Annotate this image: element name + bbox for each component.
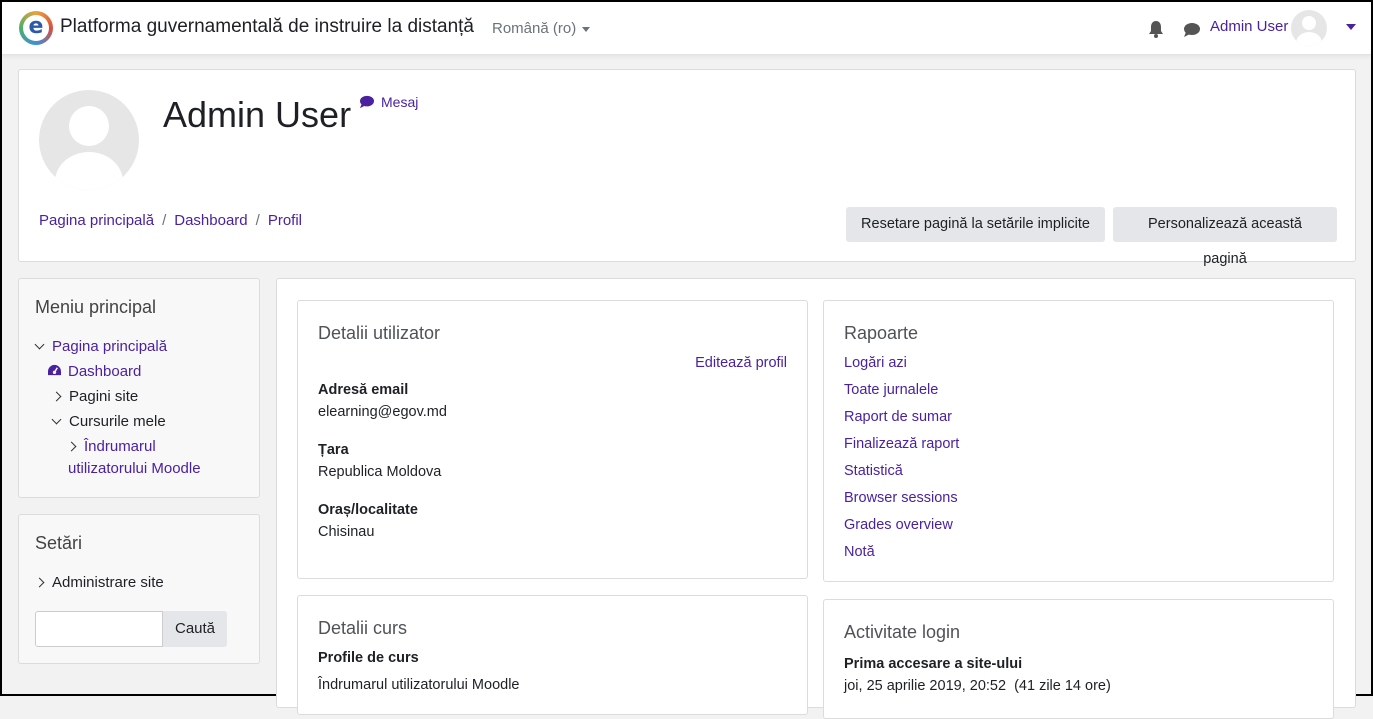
chevron-right-icon: [51, 391, 62, 402]
nav-item-label: Pagina principală: [52, 338, 168, 355]
nav-item-label: Pagini site: [69, 388, 139, 405]
message-label: Mesaj: [381, 94, 419, 110]
settings-title: Setări: [35, 533, 83, 553]
email-label: Adresă email: [318, 382, 409, 398]
course-details-title: Detalii curs: [318, 618, 408, 638]
chevron-down-icon: [34, 339, 45, 350]
edit-profile-link[interactable]: Editează profil: [695, 355, 787, 371]
report-link-grades-overview[interactable]: Grades overview: [844, 517, 953, 533]
course-profiles-label: Profile de curs: [318, 650, 419, 666]
user-details-title: Detalii utilizator: [318, 323, 441, 343]
message-icon: [360, 95, 374, 109]
settings-block: Setări Administrare site Caută: [18, 514, 260, 664]
nav-item-label: Îndrumarul: [84, 438, 156, 455]
report-link-today-logs[interactable]: Logări azi: [844, 355, 907, 371]
country-value: Republica Moldova: [318, 464, 442, 480]
city-value: Chisinau: [318, 524, 375, 540]
language-selector[interactable]: Română (ro): [492, 20, 591, 37]
report-link-all-logs[interactable]: Toate jurnalele: [844, 382, 938, 398]
login-activity-card: Activitate login Prima accesare a site-u…: [823, 599, 1334, 719]
profile-avatar: [39, 90, 139, 190]
language-label: Română (ro): [492, 20, 577, 37]
nav-item-my-courses[interactable]: Cursurile mele: [51, 413, 166, 430]
chevron-right-icon: [66, 441, 77, 452]
breadcrumb-home[interactable]: Pagina principală: [39, 212, 154, 229]
breadcrumb: Pagina principală / Dashboard / Profil: [39, 212, 302, 229]
chevron-right-icon: [34, 577, 45, 588]
page-header: Admin User Mesaj Pagina principală / Dashb…: [18, 69, 1356, 267]
message-link[interactable]: Mesaj: [359, 94, 418, 110]
chevron-down-icon: [582, 26, 591, 32]
login-activity-title: Activitate login: [844, 622, 961, 642]
city-label: Oraș/localitate: [318, 502, 418, 518]
main-menu-block: Meniu principal Pagina principală Dashbo…: [18, 278, 260, 498]
dashboard-icon: [48, 364, 61, 376]
nav-item-moodle-guide[interactable]: Îndrumarul: [66, 438, 156, 455]
nav-item-home[interactable]: Pagina principală: [34, 338, 168, 355]
logo-letter: e: [23, 15, 49, 41]
report-link-outline[interactable]: Raport de sumar: [844, 409, 952, 425]
breadcrumb-separator: /: [255, 212, 260, 229]
nav-item-site-pages[interactable]: Pagini site: [51, 388, 139, 405]
page-title: Admin User: [163, 94, 352, 135]
top-navbar: e Platforma guvernamentală de instruire …: [2, 2, 1371, 55]
site-title[interactable]: Platforma guvernamentală de instruire la…: [60, 16, 474, 38]
chevron-down-icon: [51, 414, 62, 425]
nav-item-label-line2[interactable]: utilizatorului Moodle: [68, 460, 201, 477]
chat-icon[interactable]: [1183, 22, 1201, 38]
reports-card: Rapoarte Logări azi Toate jurnalele Rapo…: [823, 300, 1334, 582]
reset-page-button[interactable]: Resetare pagină la setările implicite: [846, 207, 1105, 242]
report-link-browser-sessions[interactable]: Browser sessions: [844, 490, 958, 506]
nav-item-dashboard[interactable]: Dashboard: [47, 363, 141, 380]
country-label: Țara: [318, 442, 349, 458]
search-button[interactable]: Caută: [163, 611, 227, 647]
breadcrumb-dashboard[interactable]: Dashboard: [174, 212, 247, 229]
breadcrumb-separator: /: [162, 212, 167, 229]
site-logo[interactable]: e: [19, 11, 53, 45]
first-access-label: Prima accesare a site-ului: [844, 656, 1023, 672]
nav-item-label: Dashboard: [68, 363, 142, 380]
report-link-statistics[interactable]: Statistică: [844, 463, 903, 479]
first-access-value: joi, 25 aprilie 2019, 20:52 (41 zile 14 …: [844, 678, 1111, 694]
nav-item-site-admin[interactable]: Administrare site: [34, 574, 164, 591]
course-link[interactable]: Îndrumarul utilizatorului Moodle: [318, 677, 520, 693]
breadcrumb-profile[interactable]: Profil: [268, 212, 302, 229]
nav-item-label: Administrare site: [52, 574, 164, 591]
report-link-completion[interactable]: Finalizează raport: [844, 436, 959, 452]
course-details-card: Detalii curs Profile de curs Îndrumarul …: [297, 595, 808, 715]
bell-icon[interactable]: [1148, 20, 1164, 38]
report-link-grade[interactable]: Notă: [844, 544, 875, 560]
nav-item-label: Cursurile mele: [69, 413, 166, 430]
user-details-card: Detalii utilizator Editează profil Adres…: [297, 300, 808, 579]
reports-title: Rapoarte: [844, 323, 919, 343]
user-menu-name[interactable]: Admin User: [1210, 18, 1288, 35]
avatar[interactable]: [1291, 10, 1327, 46]
customize-page-button[interactable]: Personalizează această pagină: [1113, 207, 1337, 267]
email-value[interactable]: elearning@egov.md: [318, 404, 447, 420]
settings-search-input[interactable]: [35, 611, 163, 647]
main-menu-title: Meniu principal: [35, 297, 157, 317]
user-menu-chevron-icon[interactable]: [1346, 24, 1356, 30]
